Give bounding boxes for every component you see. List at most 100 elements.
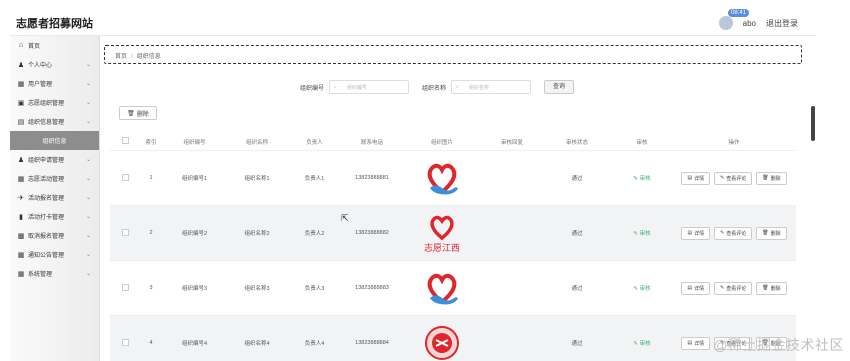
detail-icon: ▤ — [687, 175, 693, 181]
sidebar-item-label: 志愿组织管理 — [28, 101, 65, 107]
delete-button[interactable]: 🗑 删除 — [756, 226, 787, 240]
sidebar-item[interactable]: ▦ 志愿活动管理 ⌄ — [10, 169, 99, 188]
grid-icon: ▦ — [17, 251, 25, 259]
search-bar: 组织编号 ⌕ 组织编号 组织名称 ⌕ 组织名称 查询 — [300, 80, 575, 94]
column-header: 组织编号 — [183, 139, 206, 146]
sidebar-item-label: 组织信息 — [42, 139, 67, 145]
table-row[interactable]: 1 组织编号1 组织名称1 负责人1 13823888881 通过 ✎ 审核 ▤ 详情 ✎ 查看评论… — [110, 151, 796, 206]
avatar[interactable] — [718, 16, 733, 30]
breadcrumb-home[interactable]: 首页 — [115, 54, 127, 60]
sidebar-item-label: 个人中心 — [28, 63, 53, 69]
review-link[interactable]: ✎ 审核 — [612, 174, 672, 182]
sidebar-item[interactable]: ♟ 组织申请管理 ⌄ — [10, 150, 99, 169]
comment-button[interactable]: ✎ 查看评论 — [714, 171, 753, 185]
row-checkbox[interactable] — [121, 173, 129, 181]
cell-code: 组织编号4 — [181, 341, 208, 347]
search-label-name: 组织名称 — [422, 85, 447, 92]
logout-link[interactable]: 退出登录 — [766, 18, 798, 29]
detail-icon: ▤ — [687, 230, 693, 236]
chevron-down-icon: ⌄ — [85, 100, 91, 106]
sidebar-item-label: 活动打卡管理 — [28, 215, 65, 221]
person-icon: ♟ — [17, 61, 25, 69]
sidebar-item[interactable]: ▦ 系统管理 ⌄ — [10, 264, 99, 283]
column-header: 组织图片 — [430, 139, 453, 146]
sidebar-item[interactable]: ▦ 通知公告管理 ⌄ — [10, 245, 99, 264]
row-checkbox[interactable] — [121, 338, 129, 346]
cell-leader: 负责人1 — [304, 176, 325, 182]
row-actions: ▤ 详情 ✎ 查看评论 🗑 删除 — [672, 171, 796, 185]
search-icon: ⌕ — [456, 84, 459, 90]
org-image: 志愿江西 — [402, 212, 482, 254]
detail-button[interactable]: ▤ 详情 — [681, 226, 711, 240]
comment-button[interactable]: ✎ 查看评论 — [714, 281, 753, 295]
cell-status: 通过 — [571, 341, 583, 347]
delete-icon: 🗑 — [762, 175, 769, 181]
breadcrumb-current: 组织信息 — [136, 54, 161, 60]
chevron-down-icon: ⌄ — [85, 214, 91, 220]
delete-button[interactable]: 🗑 删除 — [756, 171, 787, 185]
comment-icon: ✎ — [720, 175, 725, 181]
detail-button[interactable]: ▤ 详情 — [681, 281, 711, 295]
sidebar-item[interactable]: ♟ 个人中心 ⌄ — [10, 55, 99, 74]
search-label-code: 组织编号 — [300, 85, 325, 92]
chevron-down-icon: ⌄ — [85, 195, 91, 201]
sidebar-item-label: 志愿活动管理 — [28, 177, 65, 183]
row-checkbox[interactable] — [121, 228, 129, 236]
sidebar-item[interactable]: ⌂ 首页 — [10, 36, 99, 55]
sidebar-item[interactable]: ✈ 活动报名管理 ⌄ — [10, 188, 99, 207]
delete-button[interactable]: 🗑 删除 — [756, 281, 787, 295]
sidebar-item-label: 活动报名管理 — [28, 196, 65, 202]
sidebar-item[interactable]: ▦ 用户管理 ⌄ — [10, 74, 99, 93]
home-icon: ⌂ — [18, 42, 24, 49]
cell-status: 通过 — [571, 286, 583, 292]
table-row[interactable]: 2 组织编号2 组织名称2 负责人2 13823888882 志愿江西 通过 ✎ 审核 ▤ 详情 ✎… — [110, 206, 796, 261]
name-input[interactable]: ⌕ 组织名称 — [451, 80, 532, 94]
org-image — [402, 268, 482, 308]
scrollbar[interactable] — [811, 106, 815, 141]
query-button[interactable]: 查询 — [544, 80, 575, 94]
detail-button[interactable]: ▤ 详情 — [681, 336, 711, 350]
cell-status: 通过 — [571, 231, 583, 237]
review-link[interactable]: ✎ 审核 — [612, 284, 672, 292]
sidebar-item-label: 组织信息管理 — [28, 120, 65, 126]
svg-text:志愿江西: 志愿江西 — [424, 242, 460, 254]
detail-button[interactable]: ▤ 详情 — [681, 171, 711, 185]
sidebar-item[interactable]: 组织信息 — [10, 131, 99, 150]
cell-phone: 13823888882 — [355, 230, 389, 236]
sidebar-item[interactable]: ▮ 活动打卡管理 ⌄ — [10, 207, 99, 226]
delete-icon: 🗑 — [762, 230, 769, 236]
sidebar-item[interactable]: ▤ 组织信息管理 ⌄ — [10, 112, 99, 131]
review-link[interactable]: ✎ 审核 — [612, 229, 672, 237]
sidebar-item[interactable]: ▩ 取消报名管理 ⌄ — [10, 226, 99, 245]
detail-icon: ▤ — [687, 285, 693, 291]
cell-index: 2 — [149, 230, 153, 236]
code-input[interactable]: ⌕ 组织编号 — [329, 80, 410, 94]
cell-phone: 13823888883 — [355, 285, 389, 291]
sidebar-item[interactable]: ▣ 志愿组织管理 ⌄ — [10, 93, 99, 112]
table-row[interactable]: 3 组织编号3 组织名称3 负责人3 13823888883 通过 ✎ 审核 ▤ 详情 ✎ 查看评论… — [110, 261, 796, 316]
chevron-down-icon: ⌄ — [85, 81, 91, 87]
sidebar-item-label: 组织申请管理 — [28, 158, 65, 164]
user-area: abo 退出登录 — [718, 16, 798, 30]
folder-icon: ▣ — [17, 99, 25, 107]
column-header: 操作 — [728, 139, 740, 146]
review-link[interactable]: ✎ 审核 — [612, 339, 672, 347]
batch-delete-button[interactable]: 🗑 删除 — [119, 106, 157, 120]
table-row[interactable]: 4 组织编号4 组织名称4 负责人4 13823888884 通过 ✎ 审核 ▤ 详情 ✎ 查看评论… — [110, 316, 796, 361]
row-actions: ▤ 详情 ✎ 查看评论 🗑 删除 — [672, 281, 796, 295]
grid-icon: ▦ — [17, 175, 25, 183]
person-icon: ♟ — [17, 156, 25, 164]
column-header — [110, 137, 140, 146]
org-image — [402, 324, 482, 361]
select-all-checkbox[interactable] — [121, 137, 129, 144]
column-header: 负责人 — [306, 139, 323, 146]
cell-index: 1 — [149, 175, 153, 181]
sidebar-item-label: 通知公告管理 — [28, 253, 65, 259]
cell-code: 组织编号2 — [181, 231, 208, 237]
chevron-down-icon: ⌄ — [85, 157, 91, 163]
comment-button[interactable]: ✎ 查看评论 — [714, 226, 753, 240]
row-checkbox[interactable] — [121, 283, 129, 291]
cell-leader: 负责人3 — [304, 286, 325, 292]
chevron-down-icon: ⌄ — [85, 176, 91, 182]
cell-name: 组织名称4 — [244, 341, 270, 347]
